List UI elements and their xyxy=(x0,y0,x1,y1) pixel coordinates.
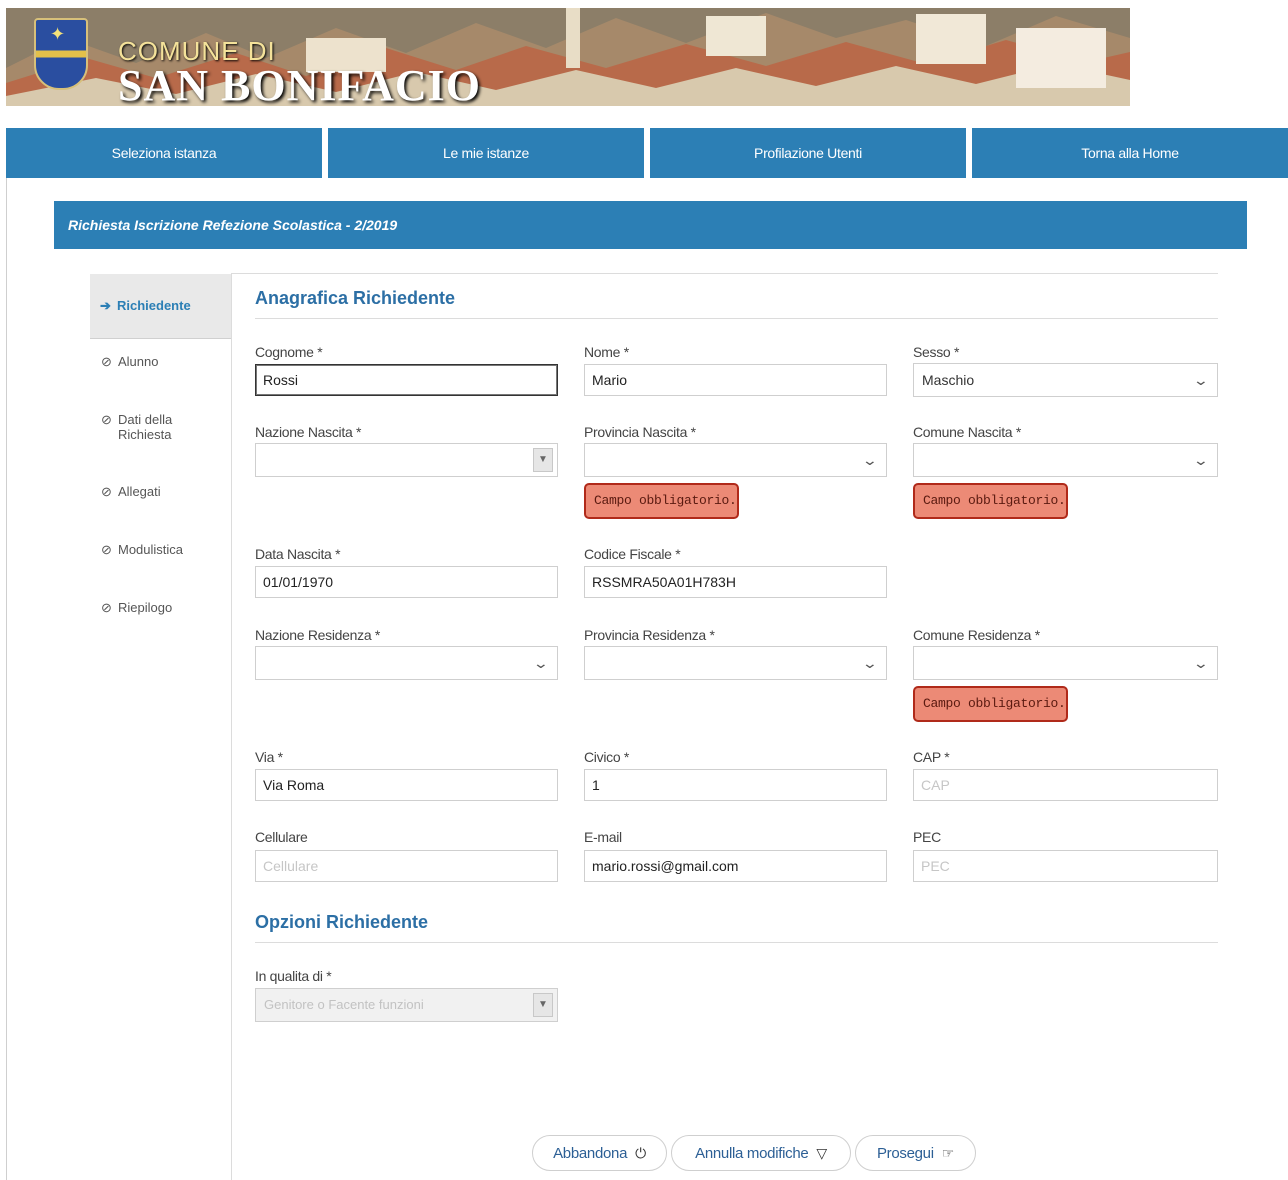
content-top-divider xyxy=(231,273,1218,274)
sidebar-item-label: Riepilogo xyxy=(118,600,173,615)
prosegui-label: Prosegui xyxy=(876,1144,934,1162)
ban-icon: ⊘ xyxy=(101,600,112,615)
codice-fiscale-input[interactable] xyxy=(584,566,887,598)
civico-label: Civico * xyxy=(584,749,630,765)
abbandona-label: Abbandona xyxy=(553,1144,628,1162)
civico-input[interactable] xyxy=(584,769,887,801)
cognome-input[interactable] xyxy=(255,364,558,396)
chevron-down-icon: ⌄ xyxy=(1192,452,1210,468)
nome-input[interactable] xyxy=(584,364,887,396)
sesso-value: Maschio xyxy=(922,372,975,388)
comune-residenza-select[interactable]: ⌄ xyxy=(913,646,1218,680)
provincia-nascita-label: Provincia Nascita * xyxy=(584,424,696,440)
via-input[interactable] xyxy=(255,769,558,801)
chevron-down-icon: ▼ xyxy=(533,993,553,1017)
sidebar-item-label: Dati della Richiesta xyxy=(118,412,173,442)
municipal-crest: ✦ xyxy=(34,18,88,90)
sidebar-item-richiedente[interactable]: ➔ Richiedente xyxy=(90,274,231,339)
comune-nascita-select[interactable]: ⌄ xyxy=(913,443,1218,477)
annulla-label: Annulla modifiche xyxy=(695,1144,809,1162)
page-title: Richiesta Iscrizione Refezione Scolastic… xyxy=(68,217,398,233)
cognome-label: Cognome * xyxy=(255,344,323,360)
sidebar-item-label: Modulistica xyxy=(118,542,184,557)
sesso-select[interactable]: Maschio ⌄ xyxy=(913,363,1218,397)
thumbs-up-icon: ☞ xyxy=(941,1144,955,1161)
chevron-down-icon: ⌄ xyxy=(861,452,879,468)
chevron-down-icon: ⌄ xyxy=(1192,372,1210,388)
section-divider xyxy=(255,318,1218,319)
pec-input[interactable] xyxy=(913,850,1218,882)
abbandona-button[interactable]: Abbandona ⏻ xyxy=(532,1135,667,1171)
nazione-residenza-select[interactable]: ⌄ xyxy=(255,646,558,680)
chevron-down-icon: ⌄ xyxy=(532,655,550,671)
nav-torna-alla-home[interactable]: Torna alla Home xyxy=(972,128,1288,178)
cap-input[interactable] xyxy=(913,769,1218,801)
email-input[interactable] xyxy=(584,850,887,882)
banner-line2: SAN BONIFACIO xyxy=(118,61,482,106)
email-label: E-mail xyxy=(584,829,622,845)
data-nascita-input[interactable] xyxy=(255,566,558,598)
page-left-border xyxy=(6,178,7,1180)
qualita-value: Genitore o Facente funzioni xyxy=(264,997,424,1012)
sidebar-item-label: Richiedente xyxy=(117,298,191,313)
pec-label: PEC xyxy=(913,829,941,845)
comune-nascita-error: Campo obbligatorio. xyxy=(913,483,1068,519)
ban-icon: ⊘ xyxy=(101,412,112,427)
data-nascita-label: Data Nascita * xyxy=(255,546,341,562)
arrow-right-icon: ➔ xyxy=(100,298,111,313)
section-opzioni-title: Opzioni Richiedente xyxy=(255,912,429,932)
annulla-modifiche-button[interactable]: Annulla modifiche ▽ xyxy=(671,1135,851,1171)
provincia-residenza-select[interactable]: ⌄ xyxy=(584,646,887,680)
cellulare-input[interactable] xyxy=(255,850,558,882)
thumbs-down-icon: ▽ xyxy=(816,1144,827,1161)
power-icon: ⏻ xyxy=(635,1144,646,1161)
nazione-residenza-label: Nazione Residenza * xyxy=(255,627,381,643)
chevron-down-icon: ⌄ xyxy=(861,655,879,671)
main-nav: Seleziona istanza Le mie istanze Profila… xyxy=(6,128,1288,178)
ban-icon: ⊘ xyxy=(101,354,112,369)
nazione-nascita-label: Nazione Nascita * xyxy=(255,424,362,440)
chevron-down-icon: ⌄ xyxy=(1192,655,1210,671)
provincia-nascita-error: Campo obbligatorio. xyxy=(584,483,739,519)
nav-profilazione-utenti[interactable]: Profilazione Utenti xyxy=(650,128,966,178)
nav-le-mie-istanze[interactable]: Le mie istanze xyxy=(328,128,644,178)
nome-label: Nome * xyxy=(584,344,629,360)
via-label: Via * xyxy=(255,749,283,765)
comune-residenza-label: Comune Residenza * xyxy=(913,627,1040,643)
cellulare-label: Cellulare xyxy=(255,829,308,845)
page-title-bar: Richiesta Iscrizione Refezione Scolastic… xyxy=(54,201,1247,249)
crest-star-icon: ✦ xyxy=(50,24,66,44)
sidebar-item-label: Alunno xyxy=(118,354,159,369)
nav-seleziona-istanza[interactable]: Seleziona istanza xyxy=(6,128,322,178)
ban-icon: ⊘ xyxy=(101,542,112,557)
qualita-select[interactable]: Genitore o Facente funzioni ▼ xyxy=(255,988,558,1022)
prosegui-button[interactable]: Prosegui ☞ xyxy=(855,1135,976,1171)
cap-label: CAP * xyxy=(913,749,950,765)
provincia-residenza-label: Provincia Residenza * xyxy=(584,627,715,643)
provincia-nascita-select[interactable]: ⌄ xyxy=(584,443,887,477)
comune-residenza-error: Campo obbligatorio. xyxy=(913,686,1068,722)
section-anagrafica-title: Anagrafica Richiedente xyxy=(255,288,456,308)
step-sidebar: ➔ Richiedente ⊘ Alunno ⊘ Dati della Richies… xyxy=(90,274,232,1180)
codice-fiscale-label: Codice Fiscale * xyxy=(584,546,681,562)
sidebar-item-label: Allegati xyxy=(118,484,161,499)
ban-icon: ⊘ xyxy=(101,484,112,499)
section-divider xyxy=(255,942,1218,943)
header-banner: ✦ COMUNE DI SAN BONIFACIO xyxy=(6,8,1130,106)
chevron-down-icon: ▼ xyxy=(533,448,553,472)
comune-nascita-label: Comune Nascita * xyxy=(913,424,1022,440)
qualita-label: In qualita di * xyxy=(255,968,332,984)
sesso-label: Sesso * xyxy=(913,344,960,360)
nazione-nascita-select[interactable]: ▼ xyxy=(255,443,558,477)
